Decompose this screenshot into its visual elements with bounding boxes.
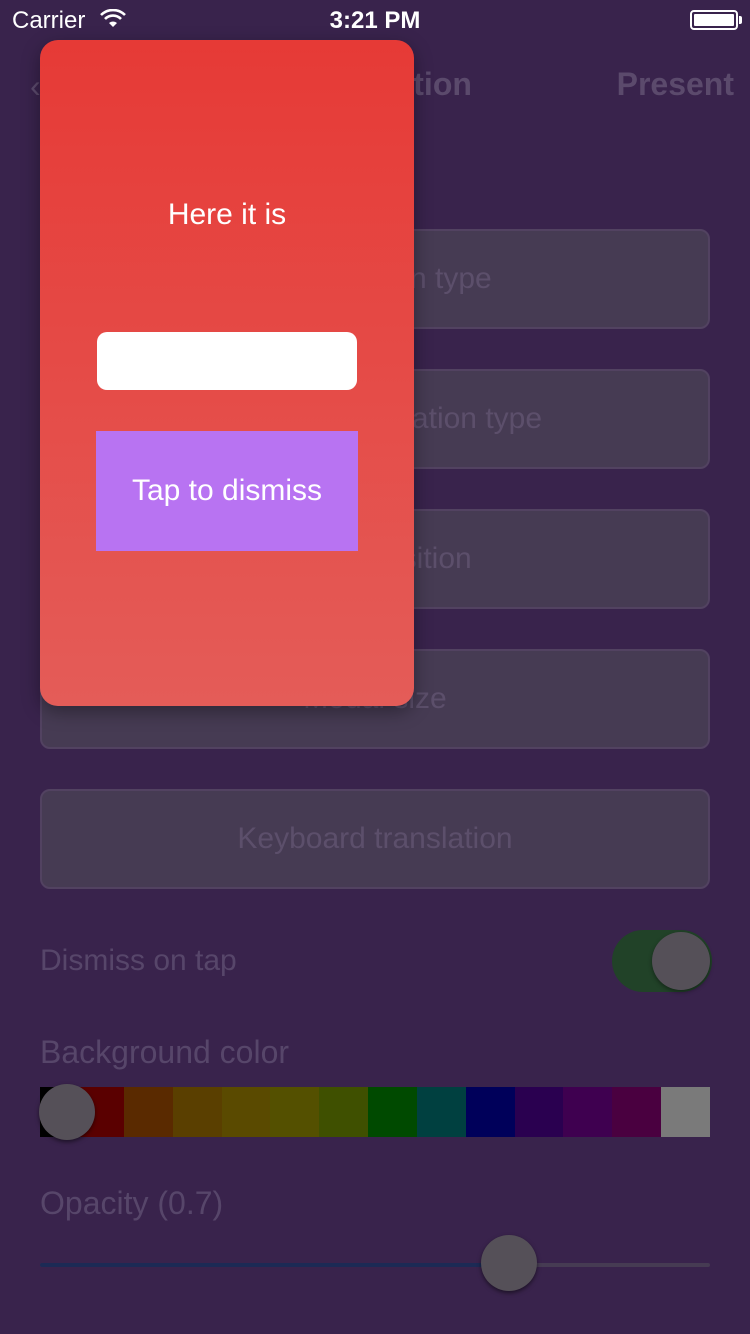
dismiss-on-tap-label: Dismiss on tap <box>40 944 237 977</box>
opacity-slider[interactable] <box>40 1263 710 1267</box>
opacity-slider-fill <box>40 1263 509 1267</box>
color-swatch[interactable] <box>270 1087 320 1137</box>
opacity-label: Opacity (0.7) <box>40 1185 224 1221</box>
color-swatch[interactable] <box>123 1087 173 1137</box>
opacity-slider-knob[interactable] <box>481 1235 537 1291</box>
keyboard-translation-button[interactable]: Keyboard translation <box>40 789 710 889</box>
modal-title: Here it is <box>167 198 287 231</box>
color-swatch[interactable] <box>172 1087 222 1137</box>
toggle-knob <box>652 932 710 990</box>
color-swatch[interactable] <box>465 1087 515 1137</box>
color-swatch[interactable] <box>514 1087 564 1137</box>
color-swatch[interactable] <box>563 1087 613 1137</box>
status-bar: Carrier 3:21 PM <box>0 0 750 40</box>
modal-text-field[interactable] <box>97 332 357 390</box>
color-palette[interactable] <box>40 1087 710 1137</box>
color-swatch[interactable] <box>612 1087 662 1137</box>
tap-to-dismiss-button[interactable]: Tap to dismiss <box>96 431 358 551</box>
background-color-label: Background color <box>40 1034 290 1070</box>
dismiss-on-tap-toggle[interactable] <box>612 930 712 992</box>
color-swatch[interactable] <box>416 1087 466 1137</box>
battery-icon <box>690 10 742 30</box>
clock: 3:21 PM <box>329 7 421 34</box>
presented-modal: Here it is Tap to dismiss <box>40 40 414 706</box>
color-swatch[interactable] <box>319 1087 369 1137</box>
color-swatch[interactable] <box>661 1087 710 1137</box>
keyboard-translation-label: Keyboard translation <box>237 822 513 855</box>
color-swatch[interactable] <box>368 1087 417 1137</box>
color-picker-knob[interactable] <box>39 1084 95 1140</box>
color-swatch[interactable] <box>221 1087 271 1137</box>
present-button[interactable]: Present <box>617 66 734 103</box>
